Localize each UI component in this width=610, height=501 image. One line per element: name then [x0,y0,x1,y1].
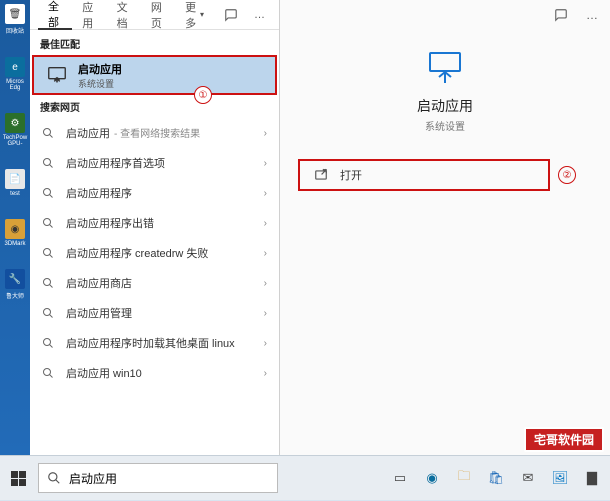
annotation-2: ② [558,166,576,184]
taskbar: ▭ ◉ 🗀 🛍 ✉ 🖼 ▇ [0,455,610,500]
result-item[interactable]: 启动应用商店 › [30,268,279,298]
windows-logo-icon [11,471,26,486]
search-icon [42,187,56,199]
task-view-icon[interactable]: ▭ [388,466,412,490]
search-panel: 全部 应用 文档 网页 更多▾ … 最佳匹配 启动应用 系统设置 ① 搜索网页 … [30,0,280,455]
tab-apps[interactable]: 应用 [72,0,106,30]
more-options-icon[interactable]: … [586,8,598,22]
chevron-right-icon: › [264,248,267,259]
preview-title: 启动应用 [417,96,473,116]
preview-panel: … 启动应用 系统设置 打开 ② [280,0,610,455]
result-item[interactable]: 启动应用 win10 › [30,358,279,388]
desktop-icon-techpower[interactable]: ⚙TechPow GPU- [3,113,27,147]
open-label: 打开 [340,167,362,183]
tab-web[interactable]: 网页 [141,0,175,30]
search-icon [42,367,56,379]
chevron-right-icon: › [264,128,267,139]
web-search-label: 搜索网页 [30,95,279,118]
search-icon [42,157,56,169]
cortana-icon[interactable] [356,466,380,490]
result-item[interactable]: 启动应用程序 › [30,178,279,208]
store-icon[interactable]: 🛍 [484,466,508,490]
tab-docs[interactable]: 文档 [107,0,141,30]
best-match-title: 启动应用 [78,61,122,77]
open-button[interactable]: 打开 ② [298,159,550,191]
chevron-right-icon: › [264,278,267,289]
desktop-icon-3dmark[interactable]: ◉3DMark [3,219,27,247]
search-input[interactable] [69,471,269,485]
app-icon[interactable]: ▇ [580,466,604,490]
best-match-label: 最佳匹配 [30,30,279,55]
tab-more[interactable]: 更多▾ [175,0,214,30]
desktop-icon-test[interactable]: 📄test [3,169,27,197]
watermark: 宅哥软件园 [524,427,604,452]
desktop-icon-recycle[interactable]: 🗑回收站 [3,4,27,35]
search-icon [42,337,56,349]
startup-large-icon [425,50,465,86]
result-item[interactable]: 启动应用程序时加载其他桌面 linux › [30,328,279,358]
best-match-subtitle: 系统设置 [78,77,122,90]
tab-all[interactable]: 全部 [38,0,72,30]
feedback-icon[interactable] [554,8,568,22]
annotation-1: ① [194,86,212,104]
desktop-icon-ludashi[interactable]: 🔧鲁大师 [3,269,27,300]
search-icon [42,127,56,139]
chevron-right-icon: › [264,218,267,229]
open-icon [314,168,330,182]
startup-icon [46,64,68,86]
result-item[interactable]: 启动应用程序 createdrw 失败 › [30,238,279,268]
search-icon [47,471,61,485]
edge-icon[interactable]: ◉ [420,466,444,490]
chevron-right-icon: › [264,368,267,379]
photos-icon[interactable]: 🖼 [548,466,572,490]
more-options-icon[interactable]: … [248,9,271,21]
chevron-right-icon: › [264,338,267,349]
feedback-icon[interactable] [214,0,248,30]
result-item[interactable]: 启动应用管理 › [30,298,279,328]
best-match-item[interactable]: 启动应用 系统设置 [32,55,277,95]
taskbar-search-box[interactable] [38,463,278,493]
search-icon [42,217,56,229]
result-item[interactable]: 启动应用- 查看网络搜索结果 › [30,118,279,148]
result-item[interactable]: 启动应用程序首选项 › [30,148,279,178]
chevron-right-icon: › [264,188,267,199]
explorer-icon[interactable]: 🗀 [452,466,476,490]
search-tabs: 全部 应用 文档 网页 更多▾ … [30,0,279,30]
taskbar-pinned: ▭ ◉ 🗀 🛍 ✉ 🖼 ▇ [350,466,610,490]
chevron-right-icon: › [264,158,267,169]
preview-subtitle: 系统设置 [425,118,465,133]
result-item[interactable]: 启动应用程序出错 › [30,208,279,238]
mail-icon[interactable]: ✉ [516,466,540,490]
search-results: 启动应用- 查看网络搜索结果 › 启动应用程序首选项 › 启动应用程序 › 启动… [30,118,279,455]
search-icon [42,247,56,259]
search-icon [42,277,56,289]
desktop: 🗑回收站 eMicros Edg ⚙TechPow GPU- 📄test ◉3D… [0,0,30,455]
desktop-icon-edge[interactable]: eMicros Edg [3,57,27,91]
start-button[interactable] [0,456,36,501]
chevron-down-icon: ▾ [200,10,204,19]
chevron-right-icon: › [264,308,267,319]
search-icon [42,307,56,319]
